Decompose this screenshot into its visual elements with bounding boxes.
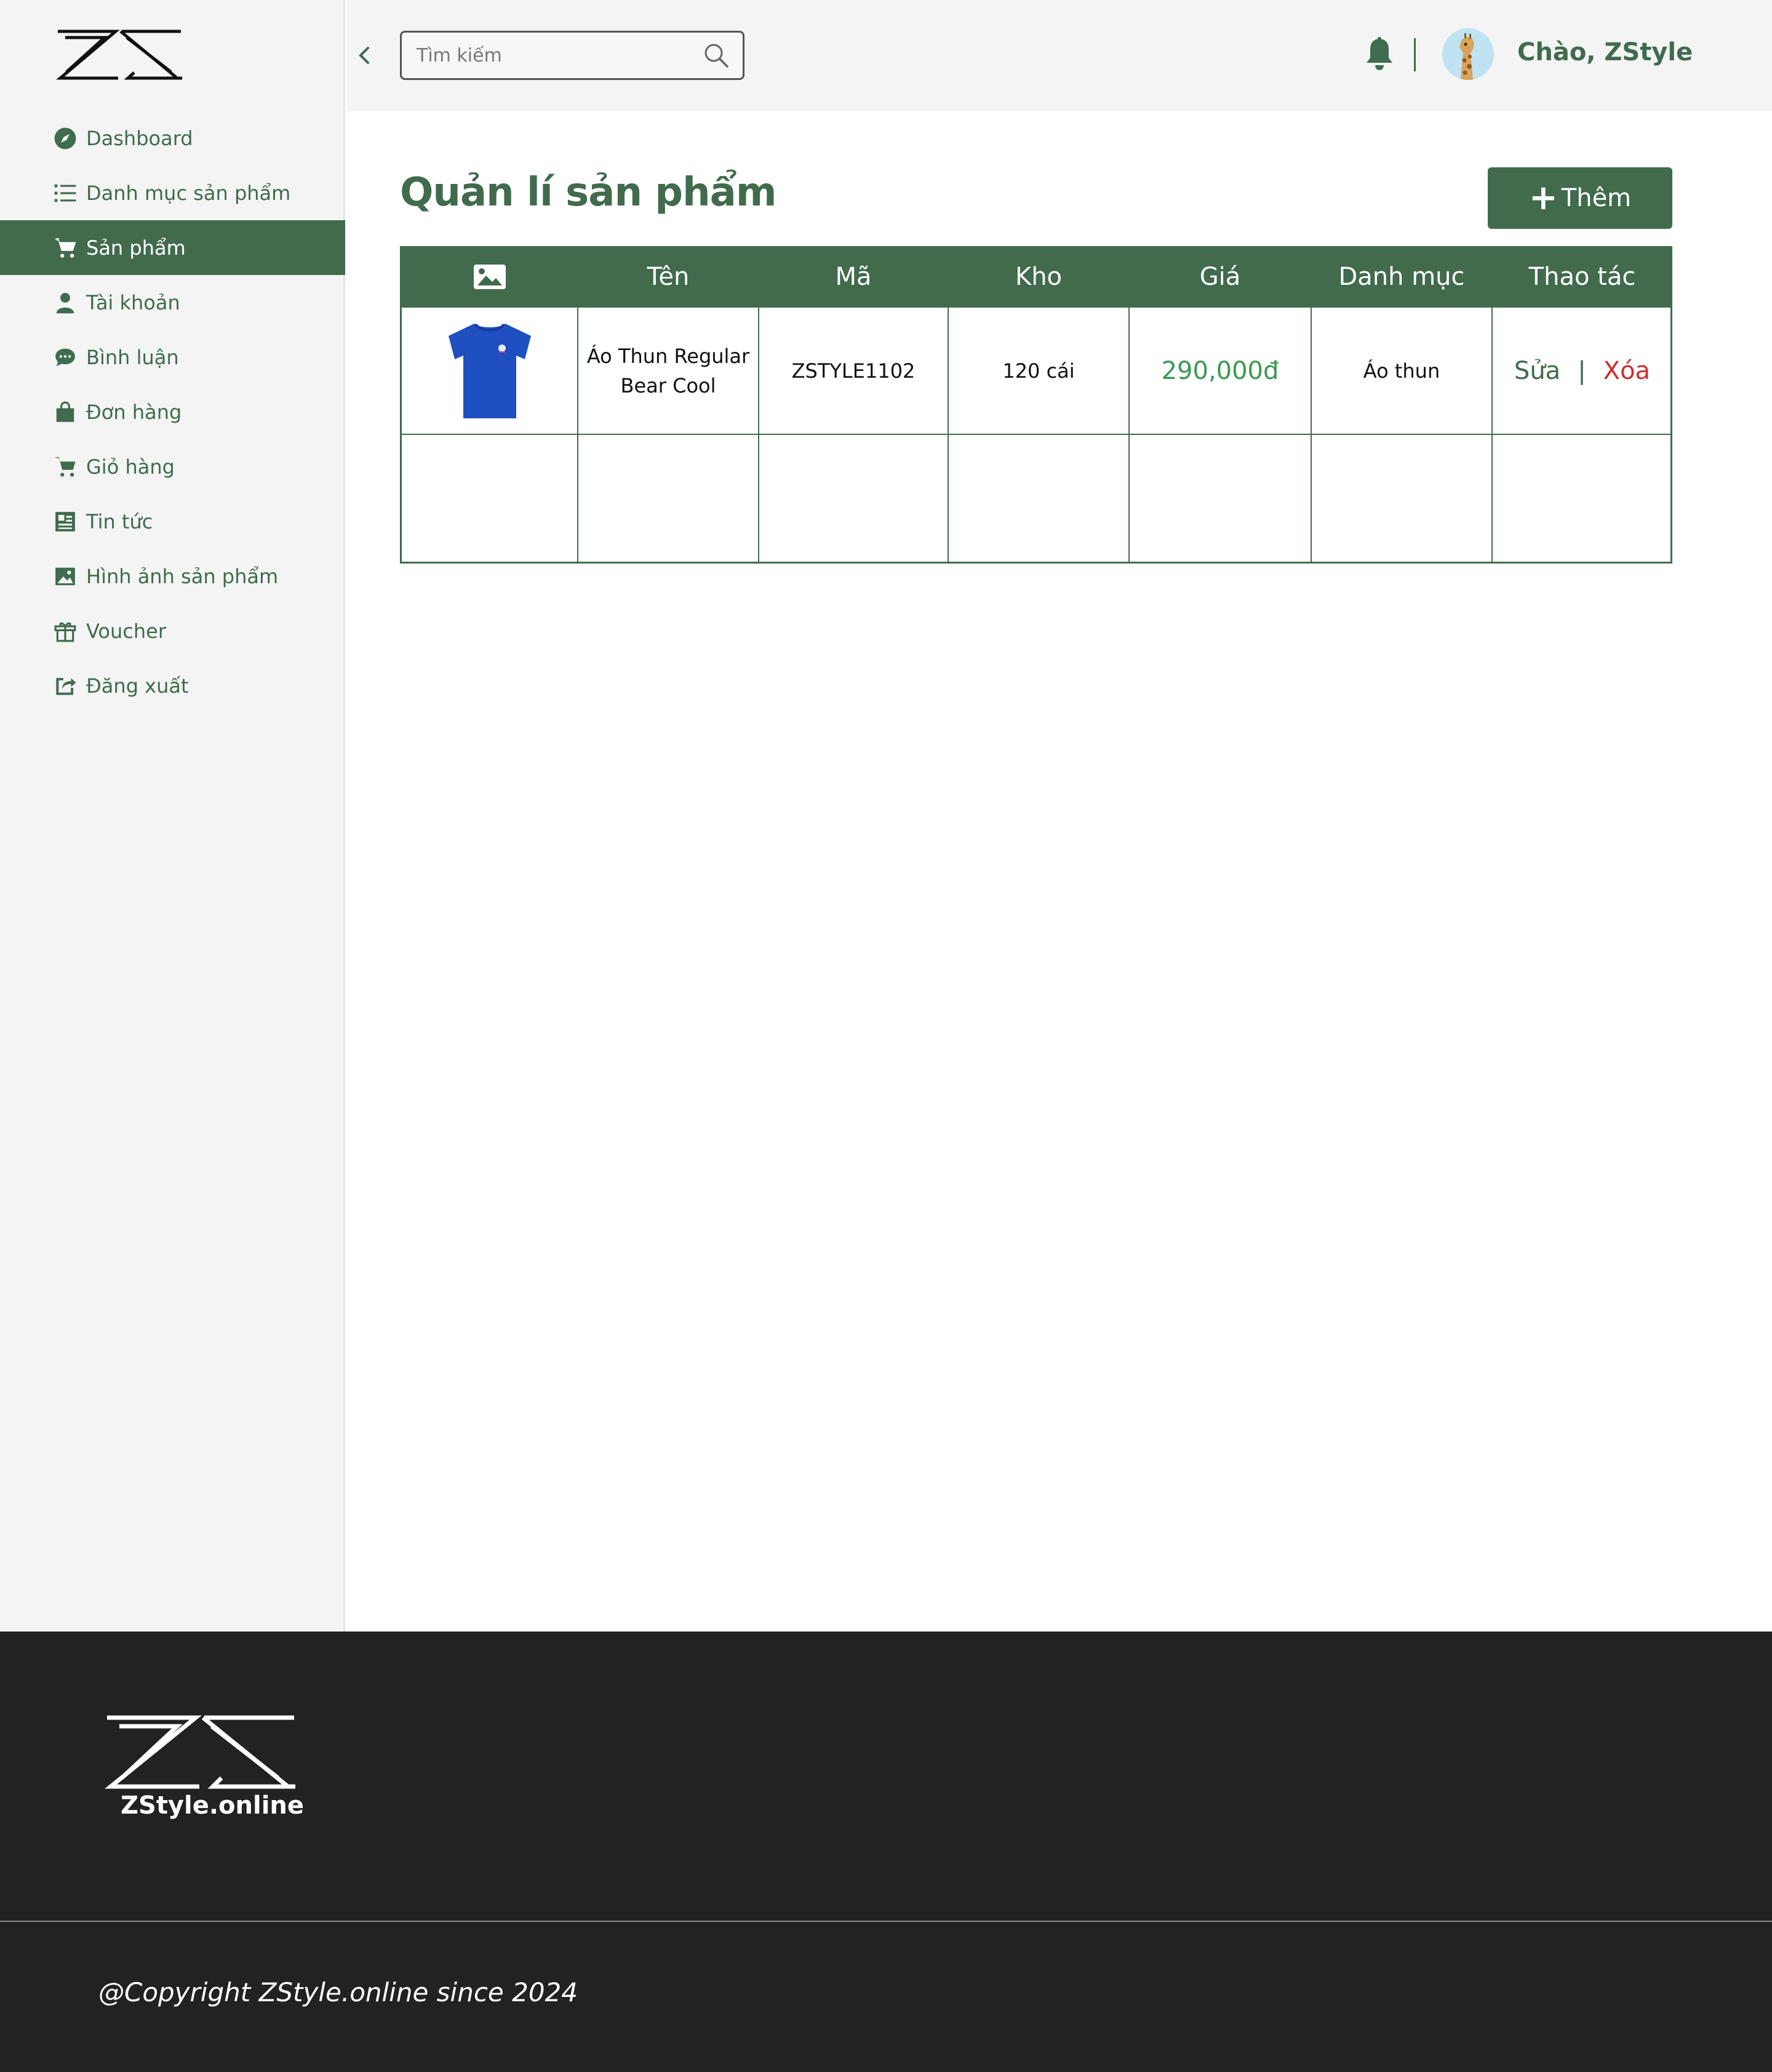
footer-divider <box>0 1921 1772 1922</box>
chevron-left-icon[interactable] <box>353 43 375 68</box>
product-stock: 120 cái <box>1002 359 1075 383</box>
footer-brand: ZStyle.online <box>121 1791 305 1820</box>
sidebar-item-label: Đơn hàng <box>86 400 182 424</box>
page-title: Quản lí sản phẩm <box>400 170 777 215</box>
sidebar: Dashboard Danh mục sản phẩm Sản phẩm Tài… <box>0 0 345 1632</box>
product-code: ZSTYLE1102 <box>791 359 916 383</box>
sidebar-item-label: Voucher <box>86 619 166 643</box>
plus-icon: + <box>1528 178 1558 218</box>
compass-icon <box>53 126 78 151</box>
sidebar-item-label: Tin tức <box>86 509 153 533</box>
column-actions: Thao tác <box>1528 263 1636 291</box>
cart-icon <box>53 236 78 260</box>
sidebar-item-label: Đăng xuất <box>86 674 189 698</box>
product-actions: Sửa | Xóa <box>1492 308 1672 434</box>
sidebar-item-categories[interactable]: Danh mục sản phẩm <box>0 165 345 220</box>
gift-icon <box>53 619 78 644</box>
product-name: Áo Thun Regular Bear Cool <box>587 341 749 400</box>
image-icon <box>474 265 506 289</box>
top-header: Chào, ZStyle <box>347 0 1772 111</box>
zstyle-footer-logo[interactable] <box>103 1714 298 1790</box>
tshirt-image <box>449 323 531 418</box>
column-code: Mã <box>835 263 872 291</box>
add-product-button[interactable]: + Thêm <box>1488 167 1672 229</box>
column-price: Giá <box>1199 263 1241 291</box>
sidebar-item-label: Hình ảnh sản phẩm <box>86 564 279 588</box>
shopping-bag-icon <box>53 400 78 424</box>
product-name-line2: Bear Cool <box>620 373 716 397</box>
sidebar-item-label: Tài khoản <box>86 290 180 314</box>
sidebar-item-label: Sản phẩm <box>86 236 186 260</box>
product-thumbnail[interactable] <box>402 308 578 434</box>
sidebar-item-orders[interactable]: Đơn hàng <box>0 385 345 439</box>
sidebar-item-products[interactable]: Sản phẩm <box>0 220 345 275</box>
user-icon <box>53 290 78 315</box>
header-divider <box>1414 38 1416 71</box>
copyright-text: @Copyright ZStyle.online since 2024 <box>98 1977 578 2007</box>
search-icon[interactable] <box>702 41 730 70</box>
footer: ZStyle.online @Copyright ZStyle.online s… <box>0 1632 1772 2072</box>
sidebar-item-label: Dashboard <box>86 126 193 150</box>
product-price: 290,000đ <box>1161 356 1279 385</box>
row-divider <box>402 434 1670 435</box>
product-name-cell: Áo Thun Regular Bear Cool <box>578 308 759 434</box>
sidebar-item-dashboard[interactable]: Dashboard <box>0 111 345 165</box>
column-name: Tên <box>647 263 690 291</box>
cart-icon <box>53 455 78 479</box>
user-greeting[interactable]: Chào, ZStyle <box>1517 38 1693 66</box>
product-category: Áo thun <box>1363 359 1440 383</box>
table-header: Tên Mã Kho Giá Danh mục Thao tác <box>402 246 1670 308</box>
column-category: Danh mục <box>1338 263 1465 291</box>
logout-icon <box>53 674 78 698</box>
bell-icon[interactable] <box>1362 34 1397 73</box>
action-separator: | <box>1578 356 1586 385</box>
sidebar-item-voucher[interactable]: Voucher <box>0 604 345 658</box>
sidebar-item-cart[interactable]: Giỏ hàng <box>0 439 345 494</box>
sidebar-item-label: Danh mục sản phẩm <box>86 181 291 205</box>
sidebar-item-comments[interactable]: Bình luận <box>0 330 345 385</box>
giraffe-avatar-image <box>1442 28 1494 80</box>
column-stock: Kho <box>1015 263 1063 291</box>
sidebar-item-product-images[interactable]: Hình ảnh sản phẩm <box>0 549 345 604</box>
product-name-line1: Áo Thun Regular <box>586 344 750 368</box>
search-box <box>400 31 744 80</box>
sidebar-item-label: Giỏ hàng <box>86 455 175 479</box>
list-icon <box>53 181 78 205</box>
search-input[interactable] <box>417 33 687 78</box>
avatar[interactable] <box>1442 28 1494 80</box>
sidebar-menu: Dashboard Danh mục sản phẩm Sản phẩm Tài… <box>0 111 345 713</box>
sidebar-item-accounts[interactable]: Tài khoản <box>0 275 345 330</box>
image-icon <box>53 564 78 589</box>
sidebar-item-news[interactable]: Tin tức <box>0 494 345 549</box>
delete-link[interactable]: Xóa <box>1603 353 1650 389</box>
zstyle-logo[interactable] <box>54 28 185 81</box>
sidebar-item-logout[interactable]: Đăng xuất <box>0 658 345 713</box>
sidebar-item-label: Bình luận <box>86 345 179 369</box>
products-table: Tên Mã Kho Giá Danh mục Thao tác Áo Thun… <box>400 246 1672 564</box>
edit-link[interactable]: Sửa <box>1514 353 1560 389</box>
column-image <box>402 246 578 308</box>
comment-icon <box>53 345 78 370</box>
newspaper-icon <box>53 509 78 534</box>
add-button-label: Thêm <box>1561 184 1632 212</box>
